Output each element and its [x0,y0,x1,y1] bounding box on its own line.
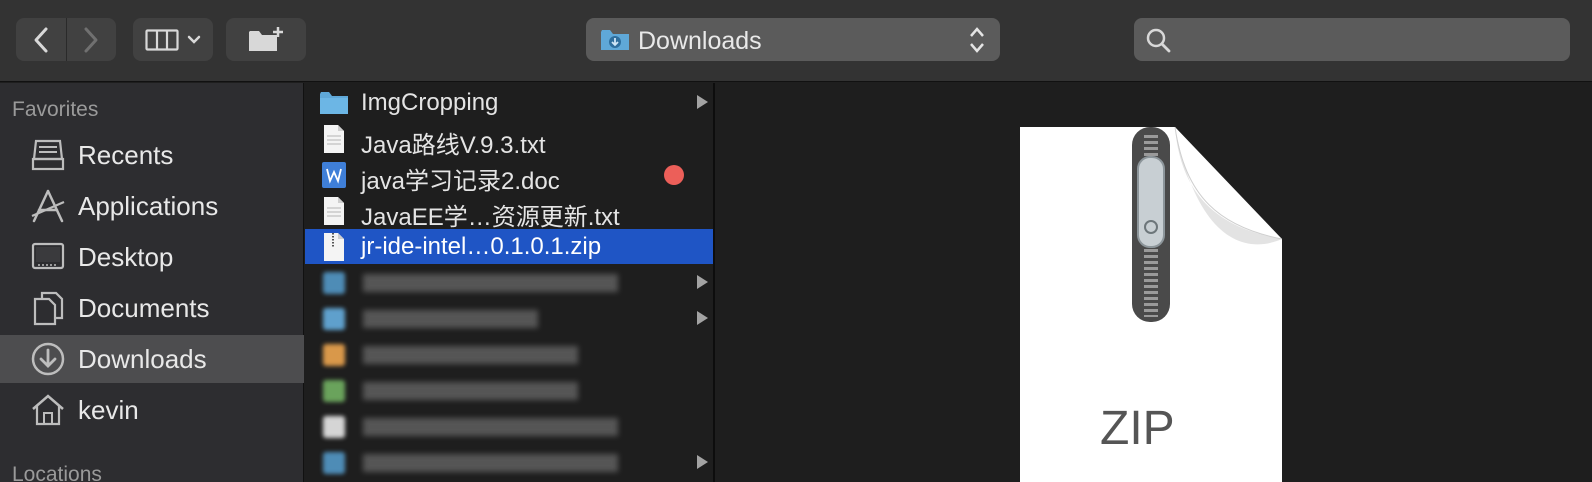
recents-icon [30,137,66,173]
documents-icon [30,290,66,326]
updown-chevron-icon [968,25,986,60]
finder-window: Downloads Favorites Recents Applications [0,0,1592,482]
sidebar-item-desktop[interactable]: Desktop [0,233,304,281]
sidebar-item-label: Downloads [78,344,207,374]
navigation-group [16,18,116,61]
list-item[interactable] [305,409,713,444]
file-name: Java路线V.9.3.txt [361,132,546,159]
zip-file-icon [319,232,349,262]
sidebar-item-label: Recents [78,140,174,170]
view-mode-button[interactable] [133,18,213,61]
file-name: java学习记录2.doc [361,168,560,195]
list-item[interactable]: Java路线V.9.3.txt [305,121,713,159]
chevron-left-icon [34,27,48,52]
columns-view-icon [145,28,179,51]
list-item[interactable] [305,265,713,300]
search-field[interactable] [1134,18,1570,61]
text-file-icon [319,124,349,154]
sidebar-item-label: Desktop [78,242,174,272]
path-label: Downloads [638,27,762,55]
new-folder-button[interactable] [226,18,306,61]
favorites-header: Favorites [12,98,99,121]
file-type-label: ZIP [1100,402,1175,455]
list-item[interactable]: ImgCropping [305,85,713,120]
disclosure-arrow-icon [697,95,708,109]
chevron-right-icon [84,27,98,52]
file-name: ImgCropping [361,89,499,116]
sidebar-item-label: Documents [78,293,210,323]
list-item[interactable] [305,301,713,336]
back-button[interactable] [16,18,66,61]
desktop-icon [30,239,66,275]
file-column: ImgCropping Java路线V.9.3.txt java学习记录2.do… [305,83,715,482]
text-file-icon [319,196,349,226]
sidebar: Favorites Recents Applications Desktop D… [0,83,304,482]
forward-button[interactable] [66,18,116,61]
path-popup-button[interactable]: Downloads [586,18,1000,61]
disclosure-arrow-icon [697,455,708,469]
red-tag-dot [664,165,684,185]
list-item[interactable]: JavaEE学…资源更新.txt [305,193,713,231]
list-item[interactable]: java学习记录2.doc [305,157,713,195]
preview-pane: ZIP [717,83,1592,482]
chevron-down-icon [187,35,201,44]
disclosure-arrow-icon [697,311,708,325]
word-document-icon [319,160,349,190]
home-icon [30,392,66,428]
disclosure-arrow-icon [697,275,708,289]
new-folder-icon [249,26,283,51]
list-item[interactable] [305,337,713,372]
sidebar-item-recents[interactable]: Recents [0,131,304,179]
list-item[interactable] [305,373,713,408]
downloads-folder-icon [600,28,630,57]
sidebar-item-label: Applications [78,191,219,221]
search-icon [1144,26,1172,59]
list-item[interactable]: jr-ide-intel…0.1.0.1.zip [305,229,713,264]
sidebar-item-applications[interactable]: Applications [0,182,304,230]
file-name: jr-ide-intel…0.1.0.1.zip [361,233,602,260]
folder-icon [319,88,349,118]
sidebar-item-kevin[interactable]: kevin [0,386,304,434]
sidebar-item-downloads[interactable]: Downloads [0,335,304,383]
sidebar-item-documents[interactable]: Documents [0,284,304,332]
list-item[interactable] [305,445,713,480]
sidebar-item-label: kevin [78,395,139,425]
locations-header: Locations [12,463,102,482]
file-name: JavaEE学…资源更新.txt [361,204,620,231]
toolbar: Downloads [0,0,1592,82]
applications-icon [30,188,66,224]
downloads-icon [30,341,66,377]
